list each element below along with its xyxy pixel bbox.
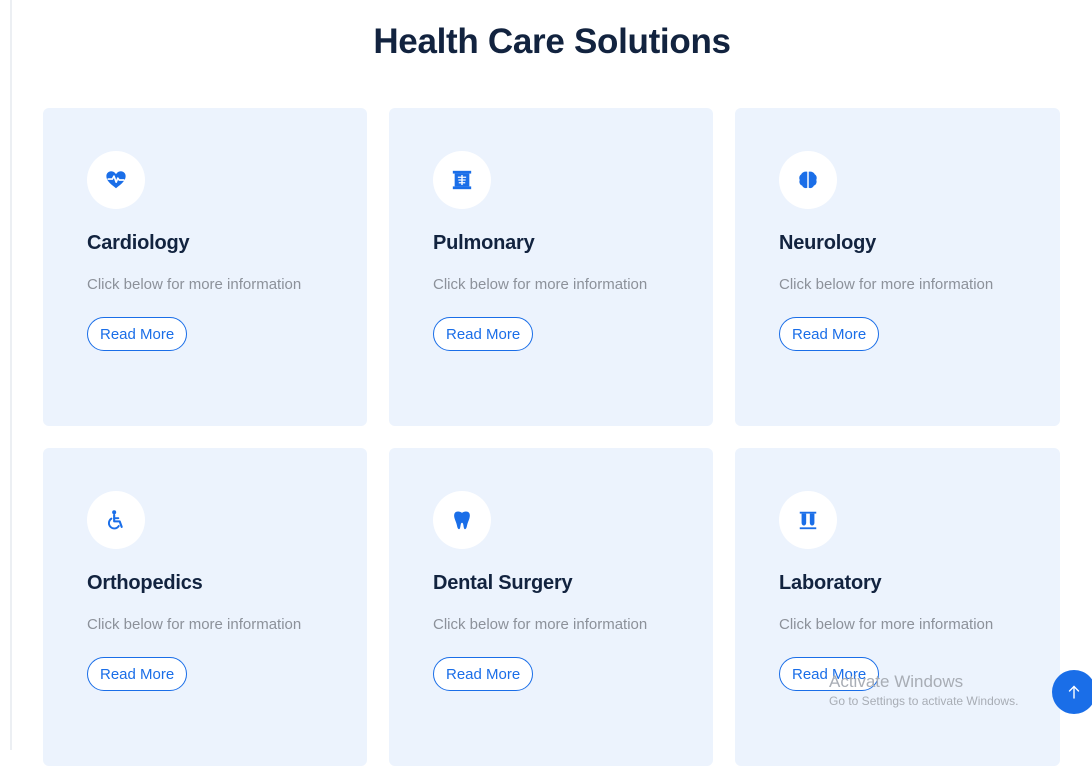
service-title: Neurology	[779, 232, 877, 254]
service-title: Laboratory	[779, 572, 882, 594]
service-title: Dental Surgery	[433, 572, 573, 594]
service-card-cardiology: Cardiology Click below for more informat…	[43, 108, 367, 426]
page-title: Health Care Solutions	[373, 22, 731, 61]
service-title: Cardiology	[87, 232, 190, 254]
read-more-button[interactable]: Read More	[433, 657, 534, 691]
services-grid: Cardiology Click below for more informat…	[43, 108, 1060, 766]
wheelchair-icon	[87, 491, 145, 549]
read-more-button[interactable]: Read More	[87, 657, 188, 691]
read-more-button[interactable]: Read More	[87, 317, 188, 351]
read-more-button[interactable]: Read More	[779, 317, 880, 351]
service-title: Orthopedics	[87, 572, 203, 594]
scroll-to-top-button[interactable]	[1052, 670, 1092, 714]
service-card-neurology: Neurology Click below for more informati…	[735, 108, 1060, 426]
xray-icon	[433, 151, 491, 209]
service-card-dental-surgery: Dental Surgery Click below for more info…	[389, 448, 713, 766]
service-card-orthopedics: Orthopedics Click below for more informa…	[43, 448, 367, 766]
service-card-pulmonary: Pulmonary Click below for more informati…	[389, 108, 713, 426]
service-description: Click below for more information	[779, 276, 994, 293]
watermark-title: Activate Windows	[829, 672, 964, 691]
service-description: Click below for more information	[87, 276, 302, 293]
brain-icon	[779, 151, 837, 209]
service-description: Click below for more information	[433, 616, 648, 633]
read-more-button[interactable]: Read More	[433, 317, 534, 351]
tooth-icon	[433, 491, 491, 549]
service-description: Click below for more information	[779, 616, 994, 633]
test-tubes-icon	[779, 491, 837, 549]
service-description: Click below for more information	[433, 276, 648, 293]
arrow-up-icon	[1068, 685, 1080, 699]
left-divider	[10, 0, 12, 750]
service-card-laboratory: Laboratory Click below for more informat…	[735, 448, 1060, 766]
windows-activation-watermark: Activate Windows Go to Settings to activ…	[829, 672, 1018, 709]
service-description: Click below for more information	[87, 616, 302, 633]
service-title: Pulmonary	[433, 232, 535, 254]
watermark-subtitle: Go to Settings to activate Windows.	[829, 694, 1019, 709]
heart-pulse-icon	[87, 151, 145, 209]
